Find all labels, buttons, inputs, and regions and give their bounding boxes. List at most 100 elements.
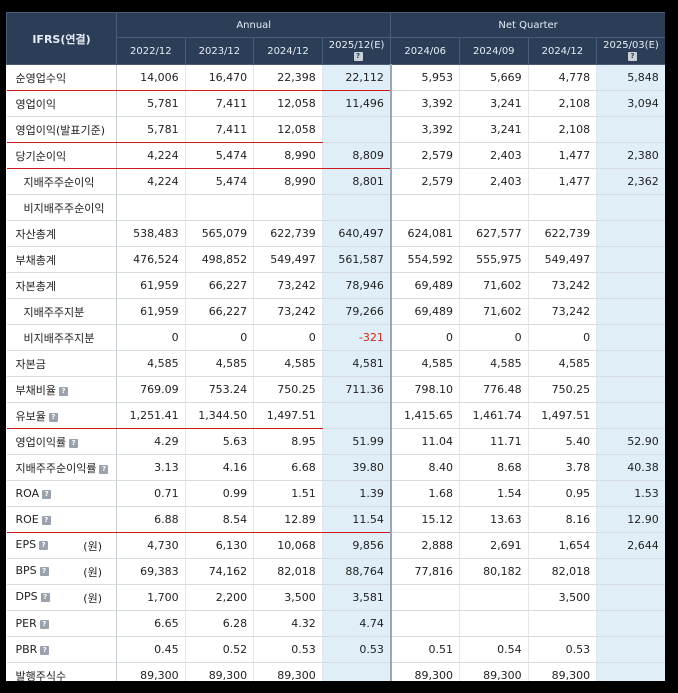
quarter-group-header: Net Quarter [390,12,665,38]
help-icon[interactable]: ? [48,412,58,422]
value-cell: 8,809 [322,142,392,169]
value-cell: 0.52 [185,636,255,663]
row-label-cell: 부채총계 [6,246,117,273]
value-cell: 1,700 [116,584,186,611]
period-header-3: 2025/12(E)? [321,37,392,65]
period-label: 2024/09 [473,45,515,57]
row-label: 당기순이익 [15,149,67,163]
help-icon[interactable]: ? [39,620,49,629]
value-cell: 61,959 [116,298,186,325]
value-cell: 0 [253,324,323,351]
row-label-cell: 자본총계 [6,272,117,299]
value-cell: 0.53 [253,636,323,663]
value-cell: 0.51 [389,636,460,663]
value-cell: 1,344.50 [185,402,255,429]
value-cell: 8.40 [389,454,460,481]
value-cell: 561,587 [322,246,392,273]
help-icon[interactable]: ? [39,540,49,550]
period-label: 2024/12 [541,45,584,57]
value-cell: 1.53 [596,480,665,507]
value-cell: 4.29 [116,428,186,455]
row-label: 유보율 [15,409,46,423]
value-cell: 69,489 [389,272,460,299]
value-cell: 476,524 [116,246,186,273]
value-cell: 4,585 [185,350,255,377]
row-label-cell: 영업이익(발표기준) [6,116,117,143]
value-cell: 2,644 [596,532,665,559]
value-cell: 538,483 [116,220,186,247]
row-label: PER [15,617,37,630]
row-label: 자본금 [15,357,46,371]
value-cell: 8,990 [253,168,323,195]
row-label: 순영업수익 [15,71,67,85]
value-cell: 2,380 [596,142,665,169]
value-cell: 3,392 [389,116,460,143]
table-row: DPS? (원) 1,700 2,200 3,500 3,581 3,500 [6,584,665,611]
value-cell: 0.53 [322,636,392,663]
row-label-cell: 자산총계 [6,220,117,247]
help-icon[interactable]: ? [627,52,637,61]
value-cell: 52.90 [596,428,665,455]
value-cell: 39.80 [322,454,392,481]
value-cell: 78,946 [322,272,392,299]
value-cell: 2,691 [459,532,529,559]
help-icon[interactable]: ? [41,516,51,525]
row-label-cell: 영업이익 [6,90,117,117]
value-cell: 627,577 [459,220,529,247]
help-icon[interactable]: ? [69,438,79,448]
value-cell [596,376,665,403]
value-cell: 69,489 [389,298,460,325]
value-cell: 5,781 [116,90,186,117]
table-row: BPS? (원) 69,383 74,162 82,018 88,764 77,816 80,… [6,558,665,585]
help-icon[interactable]: ? [40,592,50,602]
value-cell: 5,848 [596,64,665,91]
row-label: 비지배주주지분 [23,331,95,345]
help-icon[interactable]: ? [39,566,49,576]
value-cell: 1,654 [528,532,598,559]
help-icon[interactable]: ? [40,646,50,655]
value-cell: 12,058 [253,90,323,117]
value-cell [116,194,186,221]
row-unit: (원) [83,565,102,579]
value-cell: 73,242 [528,272,598,299]
value-cell: 73,242 [253,272,323,299]
value-cell: 6.28 [185,610,255,637]
row-label: 영업이익(발표기준) [15,123,106,137]
value-cell: 89,300 [253,662,323,681]
annual-group-header: Annual [115,12,392,38]
value-cell [596,402,665,429]
value-cell: 750.25 [253,376,323,403]
value-cell: 0.95 [528,480,598,507]
value-cell: 2,108 [528,90,598,117]
row-label-cell: 지배주주지분 [6,298,117,325]
value-cell [596,220,665,247]
table-row: 자산총계 538,483 565,079 622,739 640,497 624,081 6… [6,220,665,247]
value-cell [596,584,665,611]
value-cell: 2,403 [459,142,529,169]
help-icon[interactable]: ? [99,464,109,474]
help-icon[interactable]: ? [58,386,68,396]
value-cell [596,324,665,351]
help-icon[interactable]: ? [353,52,363,61]
row-label-cell: 당기순이익 [6,142,117,169]
row-label: 자본총계 [15,279,56,293]
value-cell: 80,182 [459,558,529,585]
row-label-cell: 지배주주순이익 [6,168,117,195]
value-cell: 0 [116,324,186,351]
row-unit: (원) [83,591,102,605]
period-header-1: 2023/12 [184,37,255,65]
value-cell: 5,474 [185,168,255,195]
value-cell: 14,006 [116,64,186,91]
value-cell [389,194,460,221]
help-icon[interactable]: ? [42,490,52,499]
row-label-cell: ROA? [6,480,117,507]
value-cell: 555,975 [459,246,529,273]
value-cell: 3.78 [528,454,598,481]
value-cell: 5,953 [389,64,460,91]
value-cell: 0 [185,324,255,351]
value-cell [596,350,665,377]
value-cell [459,610,529,637]
table-row: EPS? (원) 4,730 6,130 10,068 9,856 2,888 2,691 1,… [6,532,665,559]
period-label: 2023/12 [198,45,241,57]
row-label: ROA [15,487,40,500]
